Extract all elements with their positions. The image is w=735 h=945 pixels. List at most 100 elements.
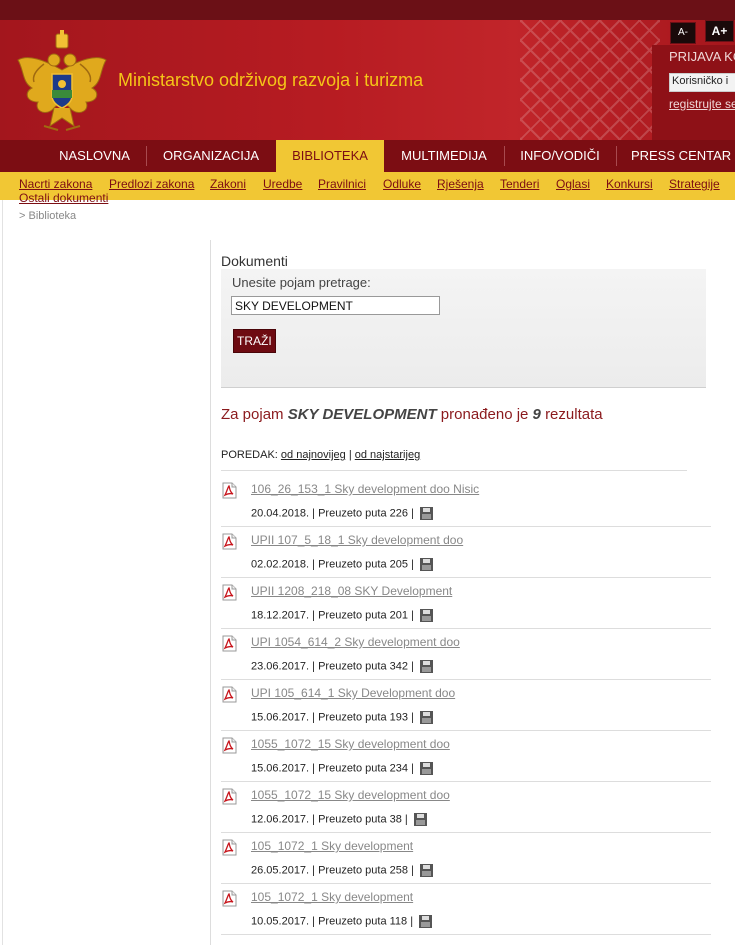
result-date-downloads: 15.06.2017. | Preuzeto puta 193 |: [251, 711, 414, 724]
result-meta: 15.06.2017. | Preuzeto puta 193 |: [251, 711, 433, 724]
summary-middle: pronađeno je: [440, 406, 529, 423]
result-date-downloads: 23.06.2017. | Preuzeto puta 342 |: [251, 660, 414, 673]
result-link[interactable]: 105_1072_1 Sky development: [251, 839, 413, 853]
montenegro-coat-of-arms-icon: [17, 30, 107, 131]
result-link[interactable]: 1055_1072_15 Sky development doo: [251, 737, 450, 751]
pdf-file-icon[interactable]: [221, 890, 238, 907]
result-link[interactable]: 106_26_153_1 Sky development doo Nisic: [251, 482, 479, 496]
documents-title: Dokumenti: [221, 253, 288, 269]
result-date-downloads: 26.05.2017. | Preuzeto puta 258 |: [251, 864, 414, 877]
search-button[interactable]: TRAŽI: [233, 329, 276, 353]
pdf-file-icon[interactable]: [221, 584, 238, 601]
subnav-ostali-dokumenti[interactable]: Ostali dokumenti: [19, 191, 108, 205]
result-date-downloads: 12.06.2017. | Preuzeto puta 38 |: [251, 813, 408, 826]
floppy-disk-icon[interactable]: [419, 660, 433, 673]
nav-item-press-centar[interactable]: PRESS CENTAR: [617, 140, 735, 172]
subnav-nacrti-zakona[interactable]: Nacrti zakona: [19, 177, 92, 191]
result-meta: 15.06.2017. | Preuzeto puta 234 |: [251, 762, 433, 775]
pdf-file-icon[interactable]: [221, 839, 238, 856]
subnav-pravilnici[interactable]: Pravilnici: [318, 177, 366, 191]
floppy-disk-icon[interactable]: [419, 711, 433, 724]
site-header: Ministarstvo održivog razvoja i turizma …: [0, 20, 735, 140]
list-item: 105_1072_1 Sky development 26.05.2017. |…: [221, 833, 711, 884]
subnav-rjesenja[interactable]: Rješenja: [437, 177, 484, 191]
list-item: 1055_1072_15 Sky development doo 12.06.2…: [221, 782, 711, 833]
site-title: Ministarstvo održivog razvoja i turizma: [118, 70, 424, 90]
search-panel: Unesite pojam pretrage: TRAŽI: [221, 269, 706, 388]
column-divider: [210, 240, 211, 945]
pdf-file-icon[interactable]: [221, 737, 238, 754]
username-input[interactable]: Korisničko i: [669, 73, 735, 92]
floppy-disk-icon[interactable]: [419, 762, 433, 775]
sort-controls: POREDAK: od najnovijeg | od najstarijeg: [221, 449, 420, 461]
nav-item-info-vodici[interactable]: INFO/VODIČI: [505, 140, 615, 172]
result-meta: 02.02.2018. | Preuzeto puta 205 |: [251, 558, 433, 571]
summary-prefix: Za pojam: [221, 406, 284, 423]
sort-oldest-link[interactable]: od najstarijeg: [355, 449, 420, 461]
top-strip: [0, 0, 735, 20]
floppy-disk-icon[interactable]: [413, 813, 427, 826]
result-link[interactable]: 105_1072_1 Sky development: [251, 890, 413, 904]
results-list: 106_26_153_1 Sky development doo Nisic 2…: [221, 476, 711, 935]
nav-item-organizacija[interactable]: ORGANIZACIJA: [147, 140, 275, 172]
floppy-disk-icon[interactable]: [419, 864, 433, 877]
subnav-zakoni[interactable]: Zakoni: [210, 177, 246, 191]
result-link[interactable]: UPI 1054_614_2 Sky development doo: [251, 635, 460, 649]
login-title: PRIJAVA KO: [669, 49, 735, 64]
subnav-tenderi[interactable]: Tenderi: [500, 177, 539, 191]
search-input[interactable]: [231, 296, 440, 315]
result-date-downloads: 18.12.2017. | Preuzeto puta 201 |: [251, 609, 414, 622]
result-meta: 12.06.2017. | Preuzeto puta 38 |: [251, 813, 427, 826]
font-decrease-button[interactable]: A-: [670, 22, 696, 44]
result-link[interactable]: UPII 1208_218_08 SKY Development: [251, 584, 452, 598]
subnav-predlozi-zakona[interactable]: Predlozi zakona: [109, 177, 194, 191]
floppy-disk-icon[interactable]: [419, 558, 433, 571]
pdf-file-icon[interactable]: [221, 635, 238, 652]
list-item: UPII 107_5_18_1 Sky development doo 02.0…: [221, 527, 711, 578]
search-label: Unesite pojam pretrage:: [232, 275, 371, 290]
result-meta: 23.06.2017. | Preuzeto puta 342 |: [251, 660, 433, 673]
subnav-odluke[interactable]: Odluke: [383, 177, 421, 191]
pdf-file-icon[interactable]: [221, 686, 238, 703]
summary-count: 9: [532, 406, 541, 423]
pdf-file-icon[interactable]: [221, 482, 238, 499]
main-navigation: NASLOVNA ORGANIZACIJA BIBLIOTEKA MULTIME…: [0, 140, 735, 172]
breadcrumb: > Biblioteka: [19, 210, 77, 222]
floppy-disk-icon[interactable]: [419, 915, 433, 928]
sort-newest-link[interactable]: od najnovijeg: [281, 449, 346, 461]
nav-item-biblioteka[interactable]: BIBLIOTEKA: [276, 140, 384, 172]
result-summary: Za pojam SKY DEVELOPMENT pronađeno je 9 …: [221, 406, 603, 423]
list-item: 1055_1072_15 Sky development doo 15.06.2…: [221, 731, 711, 782]
sort-separator: |: [348, 449, 352, 461]
font-increase-button[interactable]: A+: [705, 20, 734, 42]
subnav-oglasi[interactable]: Oglasi: [556, 177, 590, 191]
subnav-strategije[interactable]: Strategije: [669, 177, 720, 191]
list-item: UPII 1208_218_08 SKY Development 18.12.2…: [221, 578, 711, 629]
subnav-uredbe[interactable]: Uredbe: [263, 177, 302, 191]
result-meta: 20.04.2018. | Preuzeto puta 226 |: [251, 507, 433, 520]
register-link[interactable]: registrujte se: [669, 97, 735, 111]
floppy-disk-icon[interactable]: [419, 609, 433, 622]
result-link[interactable]: UPI 105_614_1 Sky Development doo: [251, 686, 455, 700]
divider: [221, 470, 687, 471]
header-pattern: [520, 20, 660, 140]
summary-suffix: rezultata: [545, 406, 603, 423]
summary-term: SKY DEVELOPMENT: [287, 406, 437, 423]
result-date-downloads: 10.05.2017. | Preuzeto puta 118 |: [251, 915, 414, 928]
list-item: UPI 1054_614_2 Sky development doo 23.06…: [221, 629, 711, 680]
result-meta: 18.12.2017. | Preuzeto puta 201 |: [251, 609, 433, 622]
sort-label: POREDAK:: [221, 449, 278, 461]
result-link[interactable]: UPII 107_5_18_1 Sky development doo: [251, 533, 463, 547]
result-date-downloads: 20.04.2018. | Preuzeto puta 226 |: [251, 507, 414, 520]
nav-item-naslovna[interactable]: NASLOVNA: [44, 140, 145, 172]
nav-item-multimedija[interactable]: MULTIMEDIJA: [385, 140, 503, 172]
result-link[interactable]: 1055_1072_15 Sky development doo: [251, 788, 450, 802]
pdf-file-icon[interactable]: [221, 788, 238, 805]
result-meta: 26.05.2017. | Preuzeto puta 258 |: [251, 864, 433, 877]
list-item: UPI 105_614_1 Sky Development doo 15.06.…: [221, 680, 711, 731]
subnav-konkursi[interactable]: Konkursi: [606, 177, 653, 191]
pdf-file-icon[interactable]: [221, 533, 238, 550]
list-item: 105_1072_1 Sky development 10.05.2017. |…: [221, 884, 711, 935]
result-date-downloads: 15.06.2017. | Preuzeto puta 234 |: [251, 762, 414, 775]
floppy-disk-icon[interactable]: [419, 507, 433, 520]
